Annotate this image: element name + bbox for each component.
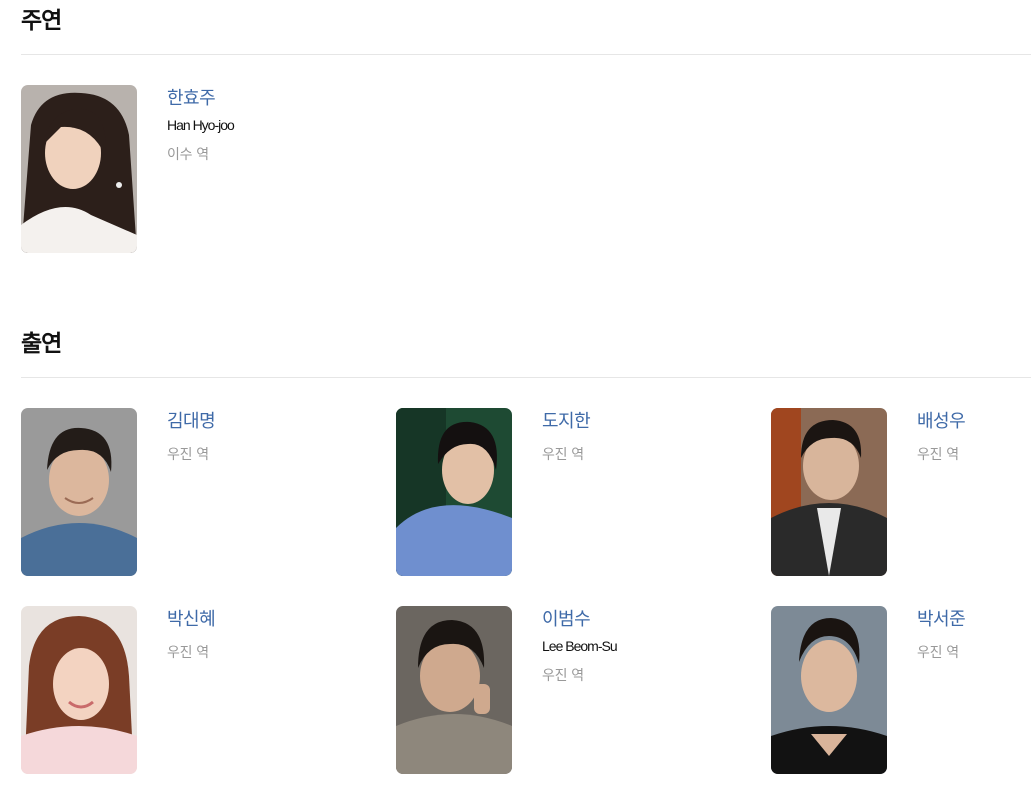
- cast-name-korean[interactable]: 한효주: [167, 88, 216, 110]
- cast-name-korean[interactable]: 이범수: [542, 609, 591, 631]
- cast-card-park-seo-joon[interactable]: 박서준 우진 역: [771, 606, 1031, 776]
- section-title-lead: 주연: [21, 8, 62, 34]
- section-title-supporting: 출연: [21, 331, 62, 357]
- cast-photo[interactable]: [396, 408, 512, 576]
- cast-role: 우진 역: [542, 447, 584, 463]
- cast-role: 우진 역: [917, 447, 959, 463]
- cast-card-park-shin-hye[interactable]: 박신혜 우진 역: [21, 606, 381, 776]
- section-divider-supporting: [21, 377, 1031, 378]
- section-divider-lead: [21, 54, 1031, 55]
- cast-name-english: Han Hyo-joo: [167, 117, 235, 133]
- cast-role: 우진 역: [167, 447, 209, 463]
- cast-name-korean[interactable]: 박서준: [917, 609, 966, 631]
- cast-role: 우진 역: [167, 645, 209, 661]
- cast-photo[interactable]: [21, 606, 137, 774]
- cast-name-english: Lee Beom-Su: [542, 638, 618, 654]
- cast-name-korean[interactable]: 도지한: [542, 411, 591, 433]
- cast-card-do-ji-han[interactable]: 도지한 우진 역: [396, 408, 756, 578]
- cast-photo[interactable]: [771, 606, 887, 774]
- cast-role: 우진 역: [542, 668, 584, 684]
- cast-name-korean[interactable]: 박신혜: [167, 609, 216, 631]
- cast-card-bae-sung-woo[interactable]: 배성우 우진 역: [771, 408, 1031, 578]
- cast-name-korean[interactable]: 김대명: [167, 411, 216, 433]
- cast-name-korean[interactable]: 배성우: [917, 411, 966, 433]
- cast-card-lee-beom-su[interactable]: 이범수 Lee Beom-Su 우진 역: [396, 606, 756, 776]
- cast-photo[interactable]: [396, 606, 512, 774]
- cast-card-kim-dae-myung[interactable]: 김대명 우진 역: [21, 408, 381, 578]
- cast-photo[interactable]: [21, 408, 137, 576]
- cast-role: 이수 역: [167, 147, 209, 163]
- cast-card-han-hyo-joo[interactable]: 한효주 Han Hyo-joo 이수 역: [21, 85, 381, 255]
- cast-role: 우진 역: [917, 645, 959, 661]
- cast-photo[interactable]: [771, 408, 887, 576]
- cast-photo[interactable]: [21, 85, 137, 253]
